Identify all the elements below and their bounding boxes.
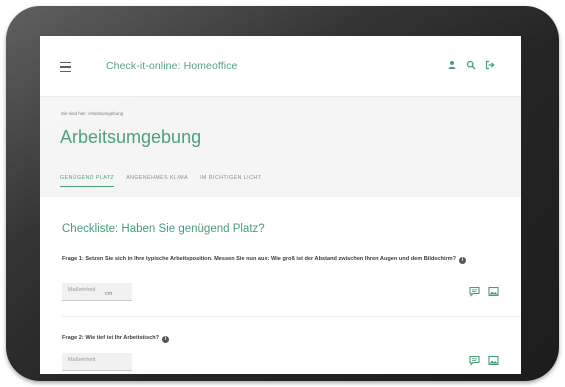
tab-im-richtigen-licht[interactable]: IM RICHTIGEN LICHT: [200, 175, 261, 187]
breadcrumb[interactable]: Sie sind hier: Arbeitsumgebung: [61, 111, 123, 116]
checklist-content: Checkliste: Haben Sie genügend Platz? Fr…: [40, 197, 521, 374]
tab-bar: GENÜGEND PLATZ ANGENEHMES KLIMA IM RICHT…: [60, 175, 261, 187]
page-title: Arbeitsumgebung: [60, 127, 202, 147]
question-1-input[interactable]: Maßeinheit cm: [62, 283, 132, 301]
question-2: Frage 2: Wie tief ist Ihr Arbeitstisch? i: [62, 334, 494, 343]
checklist-title: Checkliste: Haben Sie genügend Platz?: [62, 223, 265, 235]
image-icon[interactable]: [488, 286, 499, 297]
question-1-placeholder: Maßeinheit: [68, 287, 96, 293]
comment-icon[interactable]: [469, 286, 480, 297]
question-1-actions: [469, 286, 499, 297]
user-icon[interactable]: [447, 60, 457, 70]
question-1: Frage 1: Setzen Sie sich in Ihre typisch…: [62, 255, 494, 264]
app-bar: Check-it-online: Homeoffice: [40, 36, 521, 97]
search-icon[interactable]: [466, 60, 476, 70]
question-2-input[interactable]: Maßeinheit: [62, 353, 132, 371]
app-screen: Check-it-online: Homeoffice Sie sind hie…: [40, 36, 521, 374]
image-icon[interactable]: [488, 355, 499, 366]
menu-icon[interactable]: [60, 62, 71, 72]
app-title[interactable]: Check-it-online: Homeoffice: [106, 60, 237, 72]
tab-genuegend-platz[interactable]: GENÜGEND PLATZ: [60, 175, 115, 187]
page-header: Sie sind hier: Arbeitsumgebung Arbeitsum…: [40, 97, 521, 197]
question-2-text: Frage 2: Wie tief ist Ihr Arbeitstisch?: [62, 335, 160, 341]
info-icon[interactable]: i: [459, 257, 467, 264]
info-icon[interactable]: i: [162, 336, 170, 343]
divider: [62, 316, 521, 317]
header-icons: [447, 60, 495, 70]
question-1-text: Frage 1: Setzen Sie sich in Ihre typisch…: [62, 256, 457, 262]
question-2-placeholder: Maßeinheit: [68, 357, 96, 363]
logout-icon[interactable]: [485, 60, 495, 70]
question-1-unit: cm: [105, 291, 113, 297]
comment-icon[interactable]: [469, 355, 480, 366]
tablet-frame: Check-it-online: Homeoffice Sie sind hie…: [6, 6, 559, 381]
question-2-actions: [469, 355, 499, 366]
tab-angenehmes-klima[interactable]: ANGENEHMES KLIMA: [126, 175, 188, 187]
